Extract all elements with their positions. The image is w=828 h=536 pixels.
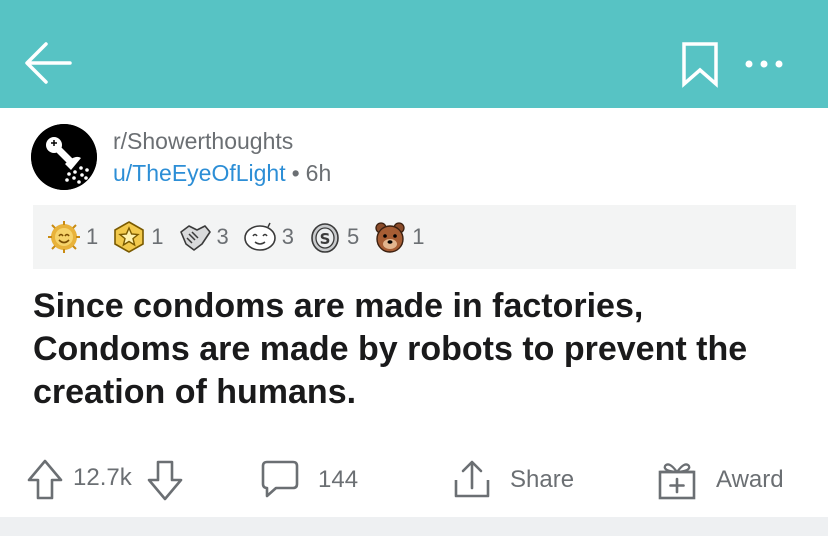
top-bar xyxy=(0,0,828,108)
subreddit-name[interactable]: r/Showerthoughts xyxy=(113,128,293,155)
gold-sun-award-icon xyxy=(48,221,80,253)
upvote-button[interactable] xyxy=(26,458,64,502)
bear-award-icon xyxy=(375,222,405,253)
bottom-divider-strip xyxy=(0,517,828,536)
awards-bar[interactable]: 1 1 3 3 S 5 1 xyxy=(33,205,796,269)
downvote-button[interactable] xyxy=(146,458,184,502)
downvote-arrow-icon xyxy=(147,460,183,501)
award-count: 3 xyxy=(281,224,294,249)
silver-coin-award-icon: S xyxy=(311,223,339,253)
post-title[interactable]: Since condoms are made in factories, Con… xyxy=(33,285,803,414)
award-count: 1 xyxy=(151,224,164,249)
award-face[interactable]: 3 xyxy=(243,220,294,254)
back-button[interactable] xyxy=(22,38,74,88)
more-options-button[interactable] xyxy=(742,52,786,76)
gift-box-icon xyxy=(658,463,696,500)
more-options-icon xyxy=(745,60,783,68)
share-button[interactable]: Share xyxy=(452,458,574,502)
comment-bubble-icon xyxy=(261,460,299,498)
face-award-icon xyxy=(243,222,276,251)
share-label: Share xyxy=(510,466,575,493)
star-award-icon xyxy=(114,221,145,253)
share-icon xyxy=(454,460,490,498)
handshake-award-icon xyxy=(179,225,211,251)
award-count: 5 xyxy=(347,224,360,249)
award-count: 3 xyxy=(216,224,229,249)
award-handshake[interactable]: 3 xyxy=(178,220,229,254)
comments-button[interactable]: 144 xyxy=(260,458,358,502)
post-age: 6h xyxy=(305,160,332,186)
award-gold-sun[interactable]: 1 xyxy=(47,220,98,254)
vote-score: 12.7k xyxy=(73,464,132,491)
subreddit-avatar[interactable] xyxy=(31,124,97,190)
give-award-button[interactable]: Award xyxy=(656,458,784,502)
author-link[interactable]: u/TheEyeOfLight xyxy=(113,160,286,186)
upvote-arrow-icon xyxy=(27,459,63,500)
post-byline: u/TheEyeOfLight • 6h xyxy=(113,160,331,187)
comment-count: 144 xyxy=(318,466,359,493)
back-arrow-icon xyxy=(25,42,72,84)
shower-head-icon xyxy=(31,124,97,190)
award-bear[interactable]: 1 xyxy=(373,220,425,254)
award-count: 1 xyxy=(412,224,425,249)
byline-separator: • xyxy=(291,160,300,186)
post-action-bar: 12.7k 144 Share Award xyxy=(0,448,828,512)
svg-text:S: S xyxy=(320,230,331,248)
award-count: 1 xyxy=(86,224,99,249)
post-header: r/Showerthoughts u/TheEyeOfLight • 6h xyxy=(0,108,828,203)
award-label: Award xyxy=(716,466,784,493)
bookmark-icon xyxy=(682,42,718,88)
award-silver-coin[interactable]: S 5 xyxy=(308,220,359,254)
award-star[interactable]: 1 xyxy=(112,220,164,254)
save-bookmark-button[interactable] xyxy=(680,40,720,90)
